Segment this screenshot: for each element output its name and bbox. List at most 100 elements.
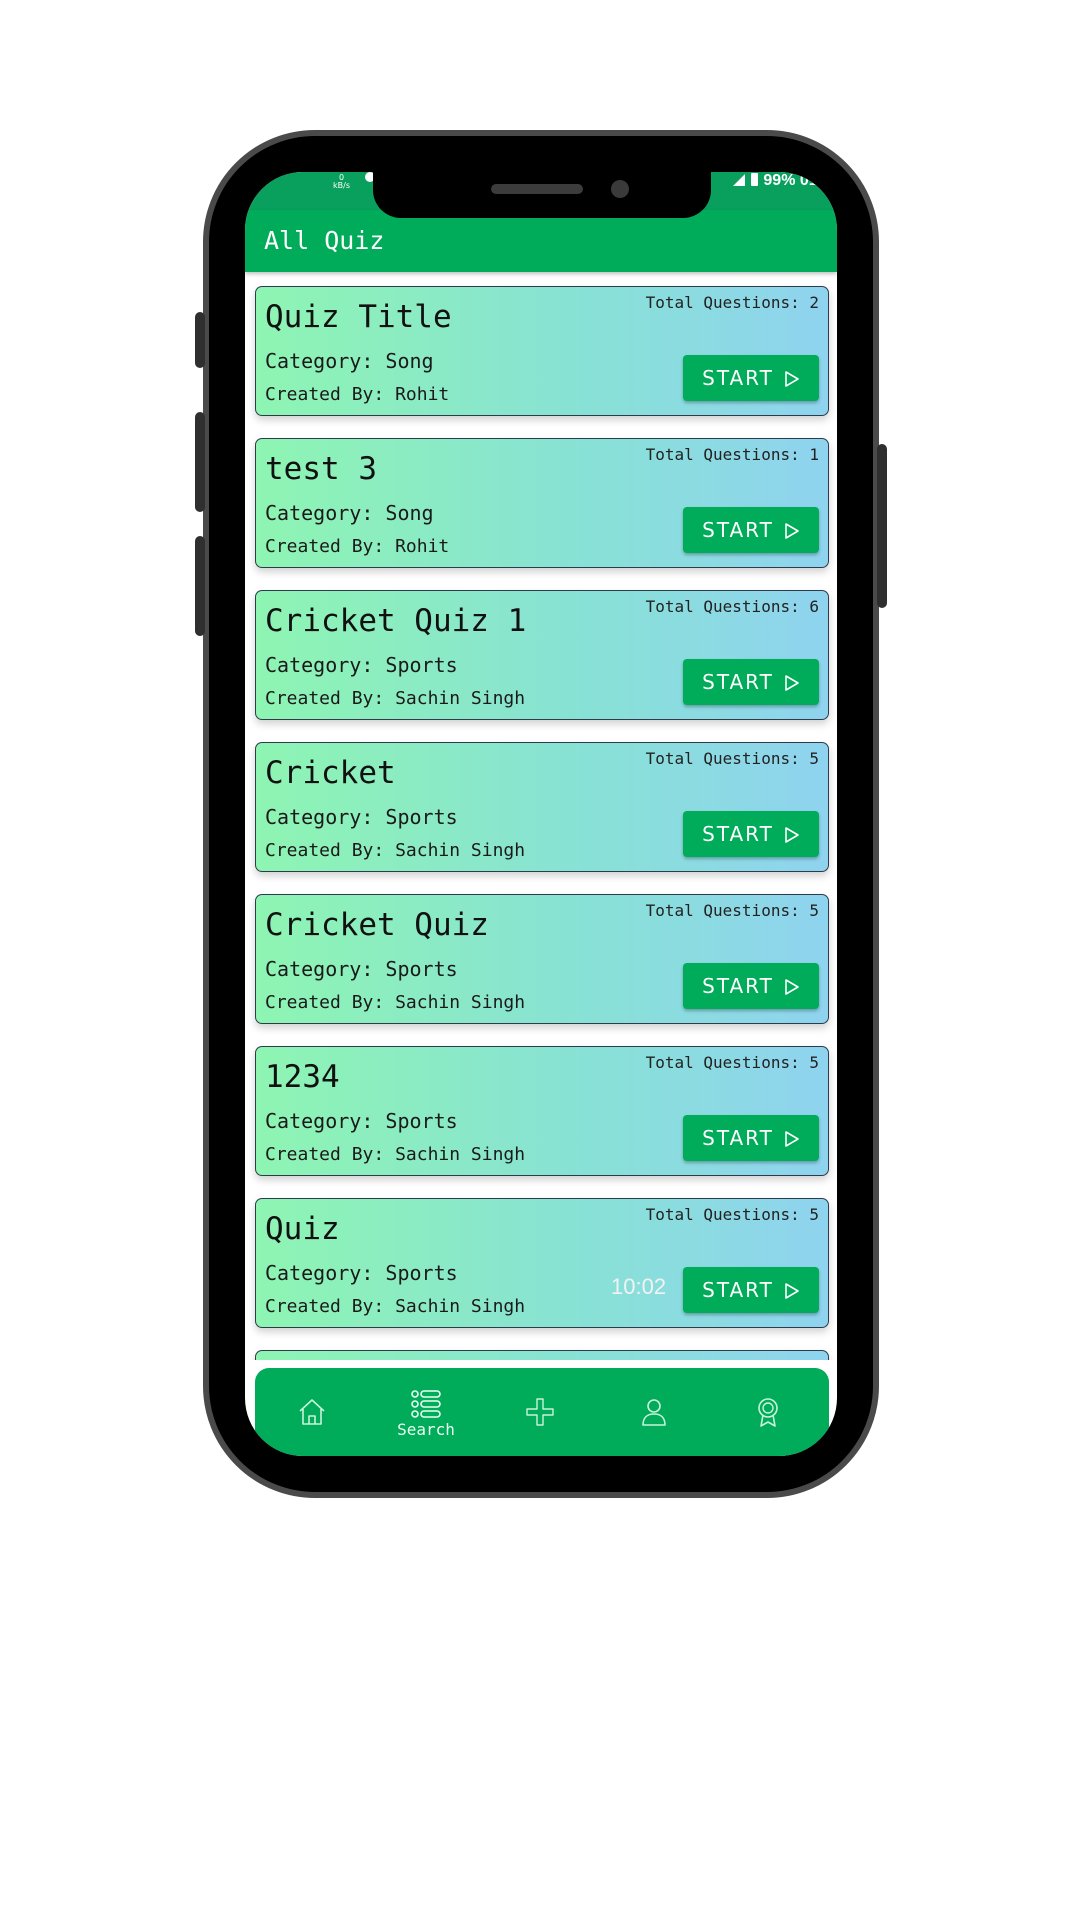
total-questions: Total Questions: 2 — [646, 293, 819, 312]
category-label: Category: — [265, 1261, 374, 1285]
start-label: START — [702, 670, 774, 694]
start-button[interactable]: START — [683, 355, 819, 401]
power-button — [877, 444, 887, 608]
category-label: Category: — [265, 957, 374, 981]
category-value: Sports — [385, 653, 458, 677]
category-value: Sports — [385, 805, 458, 829]
quiz-title: test 3 — [265, 451, 377, 487]
home-icon — [299, 1399, 325, 1425]
quiz-category: Category: Song — [265, 501, 434, 525]
quiz-card[interactable]: test 3 Total Questions: 1 Category: Song… — [255, 438, 829, 568]
start-label: START — [702, 366, 774, 390]
nav-add[interactable] — [483, 1368, 597, 1456]
total-questions: Total Questions: 5 — [646, 901, 819, 920]
creator-label: Created By: — [265, 384, 385, 405]
start-button[interactable]: START — [683, 659, 819, 705]
creator-label: Created By: — [265, 1296, 385, 1317]
total-questions: Total Questions: 1 — [646, 445, 819, 464]
plus-icon — [526, 1398, 554, 1426]
category-value: Song — [385, 349, 434, 373]
quiz-card[interactable]: Cricket Quiz 1 Total Questions: 6 Catego… — [255, 590, 829, 720]
total-questions: Total Questions: 5 — [646, 749, 819, 768]
quiz-category: Category: Sports — [265, 957, 458, 981]
quiz-card[interactable]: Quiz Total Questions: 5 Category: Sports… — [255, 1198, 829, 1328]
total-questions: Total Questions: 5 — [646, 1205, 819, 1224]
quiz-card[interactable]: 1234 Total Questions: 5 Category: Sports… — [255, 1046, 829, 1176]
total-questions-label: Total Questions: — [645, 445, 800, 464]
total-questions-value: 5 — [809, 749, 819, 768]
quiz-creator: Created By: Sachin Singh — [265, 1296, 525, 1317]
creator-label: Created By: — [265, 688, 385, 709]
mute-switch — [195, 312, 205, 368]
quiz-card[interactable]: Quiz Title Total Questions: 2 Category: … — [255, 286, 829, 416]
total-questions-label: Total Questions: — [645, 597, 800, 616]
play-icon — [785, 371, 799, 387]
quiz-creator: Created By: Rohit — [265, 384, 449, 405]
start-label: START — [702, 822, 774, 846]
total-questions: Total Questions: 6 — [646, 597, 819, 616]
quiz-category: Category: Sports — [265, 653, 458, 677]
quiz-list[interactable]: Quiz Title Total Questions: 2 Category: … — [245, 272, 837, 1360]
nav-home[interactable] — [255, 1368, 369, 1456]
category-label: Category: — [265, 501, 374, 525]
overlay-time: 10:02 — [611, 1274, 667, 1299]
nav-search[interactable]: Search — [369, 1368, 483, 1456]
quiz-card[interactable]: Cricket Total Questions: 5 Category: Spo… — [255, 742, 829, 872]
total-questions-label: Total Questions: — [645, 293, 800, 312]
creator-value: Sachin Singh — [395, 1296, 526, 1317]
nav-search-label: Search — [397, 1420, 455, 1439]
play-icon — [785, 827, 799, 843]
quiz-title: Cricket — [265, 755, 396, 791]
bottom-nav: Search — [255, 1368, 829, 1456]
start-label: START — [702, 1126, 774, 1150]
start-button[interactable]: START — [683, 1115, 819, 1161]
quiz-creator: Created By: Sachin Singh — [265, 1144, 525, 1165]
quiz-title: Cricket Quiz — [265, 907, 489, 943]
total-questions-label: Total Questions: — [645, 1053, 800, 1072]
start-label: START — [702, 1278, 774, 1302]
creator-value: Sachin Singh — [395, 688, 526, 709]
quiz-creator: Created By: Rohit — [265, 536, 449, 557]
category-value: Song — [385, 501, 434, 525]
category-value: Sports — [385, 1109, 458, 1133]
start-label: START — [702, 974, 774, 998]
quiz-card[interactable]: Cricket Quiz Total Questions: 5 Category… — [255, 894, 829, 1024]
nav-profile[interactable] — [597, 1368, 711, 1456]
quiz-category: Category: Sports — [265, 1261, 458, 1285]
net-speed: 0 kB/s — [333, 173, 350, 190]
play-icon — [785, 979, 799, 995]
creator-value: Rohit — [395, 384, 450, 405]
total-questions-value: 1 — [809, 445, 819, 464]
start-button[interactable]: START — [683, 963, 819, 1009]
quiz-category: Category: Sports — [265, 805, 458, 829]
nav-awards[interactable] — [711, 1368, 825, 1456]
creator-value: Rohit — [395, 536, 450, 557]
total-questions-value: 5 — [809, 1053, 819, 1072]
play-icon — [785, 1131, 799, 1147]
category-value: Sports — [385, 1261, 458, 1285]
front-camera — [611, 180, 629, 198]
category-label: Category: — [265, 1109, 374, 1133]
total-questions: Total Questions: 5 — [646, 1053, 819, 1072]
quiz-card-partial[interactable] — [255, 1350, 829, 1360]
creator-label: Created By: — [265, 536, 385, 557]
quiz-category: Category: Song — [265, 349, 434, 373]
start-label: START — [702, 518, 774, 542]
category-label: Category: — [265, 653, 374, 677]
status-right: 99% 01: — [733, 172, 823, 190]
play-icon — [785, 523, 799, 539]
creator-value: Sachin Singh — [395, 992, 526, 1013]
app-bar: All Quiz — [245, 210, 837, 272]
battery-icon — [751, 173, 759, 186]
start-button[interactable]: START — [683, 507, 819, 553]
signal-icon — [733, 174, 746, 186]
category-label: Category: — [265, 349, 374, 373]
profile-icon — [642, 1399, 666, 1426]
play-icon — [785, 675, 799, 691]
total-questions-label: Total Questions: — [645, 901, 800, 920]
quiz-creator: Created By: Sachin Singh — [265, 688, 525, 709]
start-button[interactable]: START — [683, 811, 819, 857]
total-questions-value: 5 — [809, 1205, 819, 1224]
quiz-title: Quiz Title — [265, 299, 452, 335]
start-button[interactable]: START — [683, 1267, 819, 1313]
